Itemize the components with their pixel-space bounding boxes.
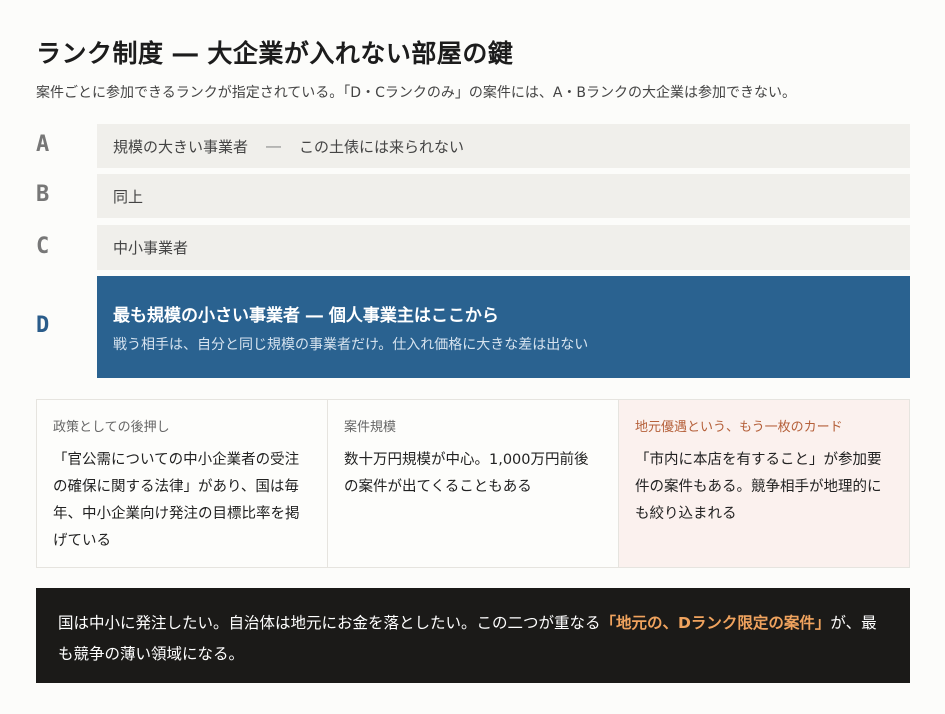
rank-row-c: C 中小事業者 (36, 225, 910, 270)
rank-dash: ― (266, 137, 282, 155)
rank-letter: D (36, 313, 50, 338)
rank-headline: 最も規模の小さい事業者 ― 個人事業主はここから (113, 305, 499, 326)
card-title: 案件規模 (344, 420, 397, 435)
card-title: 政策としての後押し (53, 420, 170, 435)
card-scale: 案件規模 数十万円規模が中心。1,000万円前後の案件が出てくることもある (328, 400, 619, 567)
rank-letter: B (36, 182, 50, 207)
rank-text: 中小事業者 (113, 239, 189, 257)
card-body: 数十万円規模が中心。1,000万円前後の案件が出てくることもある (344, 452, 589, 495)
rank-note: この土俵には来られない (299, 137, 465, 156)
rank-description: 中小事業者 (97, 225, 910, 270)
card-body: 「官公需についての中小企業者の受注の確保に関する法律」があり、国は毎年、中小企業… (53, 452, 300, 549)
info-cards: 政策としての後押し 「官公需についての中小企業者の受注の確保に関する法律」があり… (36, 399, 910, 568)
rank-description: 同上 (97, 174, 910, 218)
banner-highlight: 「地元の、Dランク限定の案件」 (600, 614, 831, 632)
rank-description: 最も規模の小さい事業者 ― 個人事業主はここから 戦う相手は、自分と同じ規模の事… (97, 276, 910, 378)
card-title: 地元優遇という、もう一枚のカード (635, 420, 843, 435)
rank-description: 規模の大きい事業者 ― この土俵には来られない (97, 124, 910, 168)
rank-letter: A (36, 132, 50, 157)
banner-text: 国は中小に発注したい。自治体は地元にお金を落としたい。この二つが重なる (58, 614, 601, 632)
rank-subtext: 戦う相手は、自分と同じ規模の事業者だけ。仕入れ価格に大きな差は出ない (113, 336, 589, 353)
rank-letter: C (36, 234, 50, 259)
card-policy: 政策としての後押し 「官公需についての中小企業者の受注の確保に関する法律」があり… (37, 400, 328, 567)
rank-row-b: B 同上 (36, 174, 910, 218)
card-local: 地元優遇という、もう一枚のカード 「市内に本店を有すること」が参加要件の案件もあ… (619, 400, 909, 567)
rank-text: 同上 (113, 187, 144, 206)
rank-text: 規模の大きい事業者 (113, 137, 249, 156)
rank-row-d: D 最も規模の小さい事業者 ― 個人事業主はここから 戦う相手は、自分と同じ規模… (36, 276, 910, 378)
summary-banner: 国は中小に発注したい。自治体は地元にお金を落としたい。この二つが重なる「地元の、… (36, 588, 910, 683)
card-body: 「市内に本店を有すること」が参加要件の案件もある。競争相手が地理的にも絞り込まれ… (635, 452, 882, 522)
page-subtitle: 案件ごとに参加できるランクが指定されている。「D・Cランクのみ」の案件には、A・… (36, 85, 797, 101)
rank-row-a: A 規模の大きい事業者 ― この土俵には来られない (36, 124, 910, 168)
page-title: ランク制度 ― 大企業が入れない部屋の鍵 (36, 39, 514, 68)
